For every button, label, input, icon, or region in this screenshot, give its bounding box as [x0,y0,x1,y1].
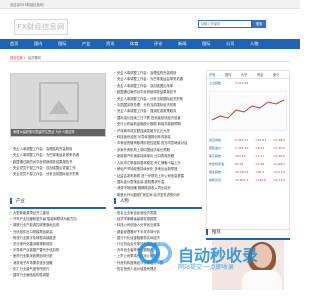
main-nav: 首页 国内 国际 产业 资讯 体育 评论 新闻 国际 公司 人物 [0,39,300,49]
nav-item-industry[interactable]: 产业 [82,39,90,49]
section-people-header: 人物 [114,197,202,209]
industry-list: 大型新能源项目开工建设 汽车产业加速转型升级 智能网联成为新方向 钢铁行业产能调… [10,210,106,278]
section-industry-header: 产业 [10,197,106,209]
market-row[interactable]: 深证成指 9,456.21 +35.87 +0.38% [209,137,289,143]
slideshow-caption[interactable]: 美国大幅收紧中国留学生签证 为什么都这样 [11,129,105,136]
image-placeholder-icon [39,82,79,122]
nav-item-world[interactable]: 国际 [202,39,210,49]
market-diff: +120.6 [255,178,267,182]
breadcrumb-home[interactable]: 首页位置 [10,56,23,60]
market-row[interactable]: 国际金价 2,356.10 +8.20 +0.35% [209,145,289,151]
market-tabs: 沪深 国内 大宗 黄金 美元 [207,71,289,79]
section-title[interactable]: 人物 [120,198,129,204]
breadcrumb-separator: 》 [23,56,27,60]
market-value: 2,356.10 [235,146,249,150]
market-pct: +0.38% [273,138,286,142]
search-button[interactable]: 搜索 [252,20,266,28]
index-chart[interactable] [209,91,287,131]
market-diff: +35.87 [255,138,267,142]
market-diff: +0.21 [255,154,265,158]
market-name: 纳斯达克 [209,178,222,182]
market-row[interactable]: 恒生指数 18,230.5 +96.3 +0.53% [209,169,289,175]
market-row[interactable]: 上证指数 3,012.62 [209,80,289,86]
breadcrumb: 首页位置 》 经济要闻 [10,55,41,60]
market-pct: +0.35% [273,146,286,150]
breadcrumb-current[interactable]: 经济要闻 [28,56,41,60]
site-logo[interactable]: FX财经信息网 [14,19,68,35]
watermark-subtitle: 网站提交 一点即收录 [178,264,234,271]
nav-item-company[interactable]: 公司 [226,39,234,49]
nav-item-comment[interactable]: 评论 [154,39,162,49]
nav-item-sports[interactable]: 体育 [130,39,138,49]
market-pct: +0.53% [273,170,286,174]
index-chart-svg [211,99,285,121]
welcome-text: 欢迎访问FX财经信息网！ [10,3,46,7]
market-diff: +0.56 [255,162,265,166]
section-title[interactable]: 产业 [16,198,25,204]
watermark-logo-icon [134,240,174,266]
nav-item-home[interactable]: 首页 [10,39,18,49]
left-news-list: 央企人事调整工作会：治理结构完善规划 央企人事调整工作会：为巴黎奥运会带来机遇 … [10,146,106,177]
market-pct: +0.20% [273,154,286,158]
divider [10,61,290,62]
watermark-overlay: 自动秒收录 网站提交 一点即收录 [134,236,284,280]
market-row[interactable]: 纳斯达克 16,802.3 +120.6 +0.72% [209,177,289,183]
market-value: 104.52 [235,154,246,158]
tab-usd[interactable]: 美元 [273,72,279,77]
market-row[interactable]: 布伦特原油 82.41 +0.56 +0.68% [209,161,289,167]
section-title[interactable]: 推荐 [212,229,221,235]
market-value: 82.41 [235,162,244,166]
top-bar: 欢迎访问FX财经信息网！ [0,0,300,9]
tab-commodity[interactable]: 大宗 [241,72,247,77]
section-marker [206,229,208,235]
nav-item-people[interactable]: 人物 [250,39,258,49]
market-widget: 沪深 国内 大宗 黄金 美元 上证指数 3,012.62 深证成指 9,456.2… [206,70,290,230]
tab-domestic[interactable]: 国内 [225,72,231,77]
market-row[interactable]: 美元指数 104.52 +0.21 +0.20% [209,153,289,159]
middle-news-list: 央企人事调整工作会：治理结构完善规划 央企人事调整工作会：为巴黎奥运会带来机遇 … [114,70,202,198]
market-pct: +0.68% [273,162,286,166]
tab-gold[interactable]: 黄金 [257,72,263,77]
list-item[interactable]: 央企党员干部工作会：分析当前国际经济形势 [10,171,106,177]
index-line [211,99,285,121]
market-name: 布伦特原油 [209,162,225,166]
news-slideshow[interactable]: 美国大幅收紧中国留学生签证 为什么都这样 [10,73,106,137]
market-value: 16,802.3 [235,178,249,182]
nav-item-domestic[interactable]: 国内 [34,39,42,49]
market-diff: +8.20 [255,146,265,150]
market-name: 国际金价 [209,146,222,150]
market-name: 深证成指 [209,138,222,142]
nav-item-info[interactable]: 新闻 [178,39,186,49]
list-item[interactable]: 建材行业面临结构性调整 [10,272,106,278]
tab-shanghai-shenzhen[interactable]: 沪深 [209,72,215,77]
market-value: 9,456.21 [235,138,249,142]
search-box[interactable] [198,20,252,28]
market-diff: +96.3 [255,170,265,174]
market-name: 上证指数 [209,81,222,85]
market-pct: +0.72% [273,178,286,182]
market-value: 18,230.5 [235,170,249,174]
search-input[interactable] [199,21,247,27]
nav-item-international[interactable]: 国际 [58,39,66,49]
nav-item-news[interactable]: 资讯 [106,39,114,49]
section-marker [114,198,116,204]
section-marker [10,198,12,204]
market-value: 3,012.62 [235,81,249,85]
market-name: 美元指数 [209,154,222,158]
market-name: 恒生指数 [209,170,222,174]
